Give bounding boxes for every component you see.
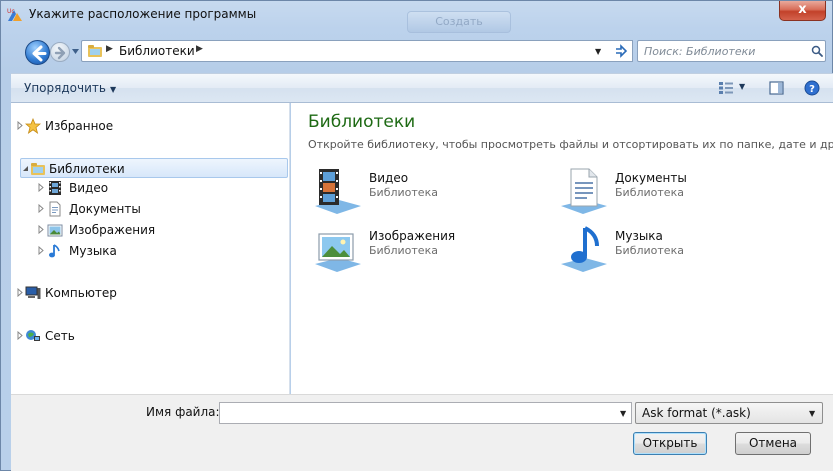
expand-arrow-icon[interactable] xyxy=(37,204,45,213)
preview-pane-icon[interactable] xyxy=(769,81,784,95)
images-library-icon xyxy=(315,233,361,272)
breadcrumb-separator-icon[interactable]: ▶ xyxy=(106,44,113,54)
nav-label-images: Изображения xyxy=(69,223,156,237)
nav-item-favorites[interactable]: Избранное xyxy=(14,116,144,136)
expand-arrow-icon[interactable] xyxy=(37,225,45,234)
tile-kind-video: Библиотека xyxy=(369,186,438,199)
nav-label-libraries: Библиотеки xyxy=(49,162,125,176)
expand-arrow-icon[interactable] xyxy=(16,331,24,340)
organize-button[interactable]: Упорядочить ▼ xyxy=(24,81,116,95)
forward-arrow-icon xyxy=(54,46,66,60)
nav-item-libraries[interactable]: Библиотеки xyxy=(20,158,288,178)
chevron-down-icon: ▼ xyxy=(109,85,117,94)
filename-combobox[interactable]: ▼ xyxy=(219,402,632,424)
address-dropdown-icon[interactable]: ▼ xyxy=(595,47,601,56)
cancel-button[interactable]: Отмена xyxy=(735,432,811,455)
nav-label-computer: Компьютер xyxy=(45,286,117,300)
libraries-description: Откройте библиотеку, чтобы просмотреть ф… xyxy=(308,138,833,151)
libraries-folder-icon xyxy=(31,163,45,175)
library-tile-images[interactable]: Изображения Библиотека xyxy=(313,224,533,276)
tile-kind-documents: Библиотека xyxy=(615,186,684,199)
tile-name-images: Изображения xyxy=(369,229,456,243)
search-box[interactable] xyxy=(637,40,826,62)
change-view-icon[interactable] xyxy=(718,81,734,95)
nav-item-network[interactable]: Сеть xyxy=(14,326,124,346)
file-type-dropdown-icon[interactable]: ▼ xyxy=(809,409,815,418)
expand-arrow-icon[interactable] xyxy=(37,246,45,255)
file-dialog-window: Uc Укажите расположение программы Создат… xyxy=(0,0,833,471)
nav-item-music[interactable]: Музыка xyxy=(35,241,155,261)
back-arrow-icon xyxy=(32,45,47,62)
filename-dropdown-icon[interactable]: ▼ xyxy=(620,409,626,418)
nav-label-documents: Документы xyxy=(69,202,141,216)
file-type-value: Ask format (*.ask) xyxy=(642,406,751,420)
background-create-button: Создать xyxy=(407,11,511,33)
back-button[interactable] xyxy=(25,40,50,65)
nav-label-favorites: Избранное xyxy=(45,119,114,133)
music-note-icon xyxy=(49,244,60,258)
video-library-icon xyxy=(315,169,361,214)
refresh-icon xyxy=(615,44,627,58)
nav-item-images[interactable]: Изображения xyxy=(35,220,175,240)
documents-library-icon xyxy=(561,168,607,214)
app-icon: Uc xyxy=(7,8,22,21)
window-title: Укажите расположение программы xyxy=(29,7,257,21)
navigation-pane: Избранное Библиотеки Видео Документы Изо… xyxy=(11,103,290,394)
command-toolbar: Упорядочить ▼ ▼ ? xyxy=(11,73,833,103)
expand-arrow-icon[interactable] xyxy=(37,183,45,192)
library-tile-documents[interactable]: Документы Библиотека xyxy=(559,166,779,218)
expand-arrow-icon[interactable] xyxy=(16,121,24,130)
tile-kind-music: Библиотека xyxy=(615,244,684,257)
close-button[interactable]: x xyxy=(779,1,826,21)
dialog-footer: Имя файла: ▼ Ask format (*.ask) ▼ Открыт… xyxy=(11,394,833,471)
refresh-button[interactable] xyxy=(609,40,633,62)
organize-label: Упорядочить xyxy=(24,81,106,95)
address-row: ▶ Библиотеки ▶ ▼ xyxy=(1,31,833,71)
svg-text:?: ? xyxy=(809,84,815,95)
nav-item-video[interactable]: Видео xyxy=(35,178,155,198)
file-type-select[interactable]: Ask format (*.ask) ▼ xyxy=(635,402,823,424)
title-bar[interactable]: Uc Укажите расположение программы Создат… xyxy=(1,1,833,33)
tile-name-documents: Документы xyxy=(615,171,687,185)
content-pane: Библиотеки Откройте библиотеку, чтобы пр… xyxy=(291,103,833,394)
music-library-icon xyxy=(561,226,607,272)
open-button[interactable]: Открыть xyxy=(633,432,707,455)
search-input[interactable] xyxy=(644,43,804,59)
video-film-icon xyxy=(49,181,61,195)
search-icon[interactable] xyxy=(811,45,823,57)
breadcrumb-libraries[interactable]: Библиотеки xyxy=(119,44,195,58)
expand-arrow-icon[interactable] xyxy=(16,288,24,297)
library-tile-video[interactable]: Видео Библиотека xyxy=(313,166,533,218)
favorites-star-icon xyxy=(25,118,41,134)
svg-text:Uc: Uc xyxy=(7,8,15,15)
library-tile-music[interactable]: Музыка Библиотека xyxy=(559,224,779,276)
address-bar[interactable]: ▶ Библиотеки ▶ ▼ xyxy=(81,40,611,62)
help-icon[interactable]: ? xyxy=(804,80,820,96)
view-options-dropdown-icon[interactable]: ▼ xyxy=(739,82,745,91)
tile-name-video: Видео xyxy=(369,171,409,185)
libraries-folder-icon xyxy=(88,45,102,57)
collapse-arrow-icon[interactable] xyxy=(22,164,30,173)
libraries-heading: Библиотеки xyxy=(308,112,416,132)
nav-label-network: Сеть xyxy=(45,329,75,343)
images-picture-icon xyxy=(47,224,63,237)
nav-label-video: Видео xyxy=(69,181,109,195)
nav-item-computer[interactable]: Компьютер xyxy=(14,283,154,303)
computer-icon xyxy=(25,286,41,299)
filename-input[interactable] xyxy=(223,405,608,421)
filename-label: Имя файла: xyxy=(146,405,220,419)
tile-kind-images: Библиотека xyxy=(369,244,438,257)
breadcrumb-separator-icon[interactable]: ▶ xyxy=(196,44,203,54)
nav-label-music: Музыка xyxy=(69,244,117,258)
tile-name-music: Музыка xyxy=(615,229,663,243)
documents-icon xyxy=(49,201,61,217)
nav-item-documents[interactable]: Документы xyxy=(35,199,165,219)
network-globe-icon xyxy=(26,330,40,341)
forward-button[interactable] xyxy=(50,42,70,62)
history-dropdown-icon[interactable] xyxy=(71,47,80,56)
